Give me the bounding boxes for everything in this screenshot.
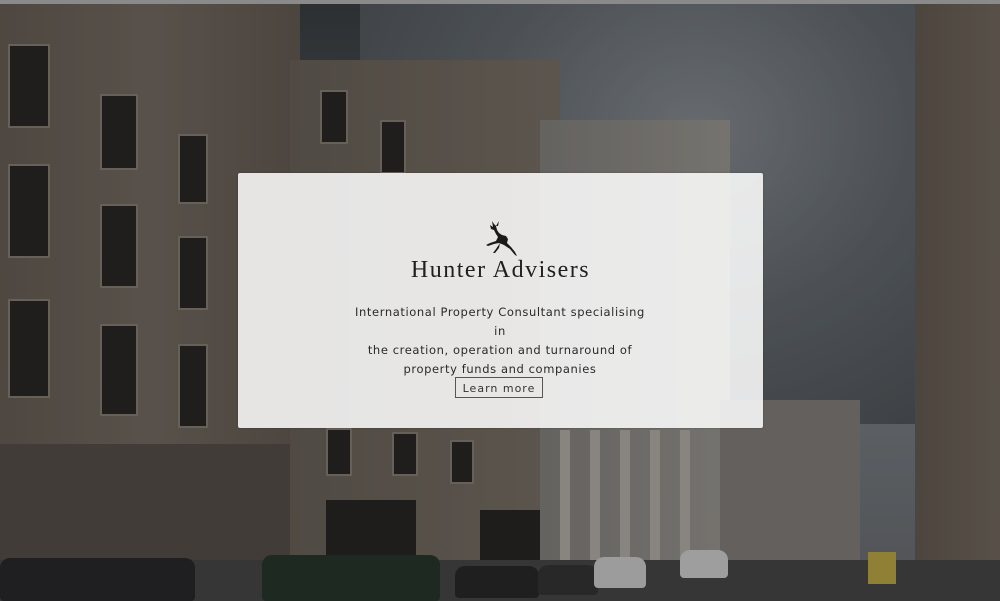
top-strip bbox=[0, 0, 1000, 4]
tagline-line: the creation, operation and turnaround o… bbox=[367, 343, 633, 357]
learn-more-button[interactable]: Learn more bbox=[455, 377, 543, 398]
page: Hunter Advisers International Property C… bbox=[0, 0, 1000, 601]
leaping-stag-icon bbox=[486, 221, 517, 256]
tagline: International Property Consultant specia… bbox=[350, 303, 650, 379]
tagline-line: International Property Consultant specia… bbox=[355, 305, 645, 338]
hero-card: Hunter Advisers International Property C… bbox=[238, 173, 763, 428]
brand-name: Hunter Advisers bbox=[410, 257, 591, 283]
